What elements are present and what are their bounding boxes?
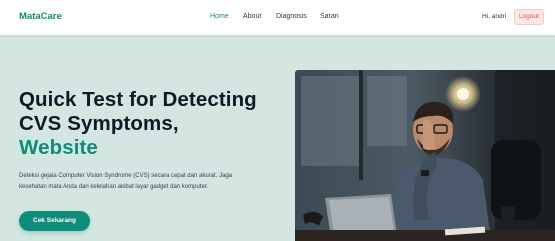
navbar: MataCare Home About Diagnosis Saran Hi, … <box>0 0 555 35</box>
logout-button[interactable]: Logout <box>514 9 544 25</box>
hero-photo-illustration <box>295 70 555 241</box>
hero-title-accent: Website <box>19 136 98 159</box>
nav-link-diagnosis[interactable]: Diagnosis <box>276 13 307 20</box>
hero-title: Quick Test for Detecting CVS Symptoms, W… <box>19 88 257 160</box>
hero-image <box>295 70 555 241</box>
nav-link-home[interactable]: Home <box>210 13 229 20</box>
cek-sekarang-button[interactable]: Cek Sekarang <box>19 211 90 231</box>
user-greeting: Hi, andri <box>482 13 507 20</box>
nav-link-saran[interactable]: Saran <box>320 13 339 20</box>
hero-description: Deteksi gejala Computer Vision Syndrome … <box>19 173 232 190</box>
hero-title-line-1: Quick Test for Detecting <box>19 88 257 111</box>
nav-link-about[interactable]: About <box>243 13 261 20</box>
hero-title-line-2: CVS Symptoms, <box>19 112 179 135</box>
brand-logo[interactable]: MataCare <box>19 11 62 22</box>
